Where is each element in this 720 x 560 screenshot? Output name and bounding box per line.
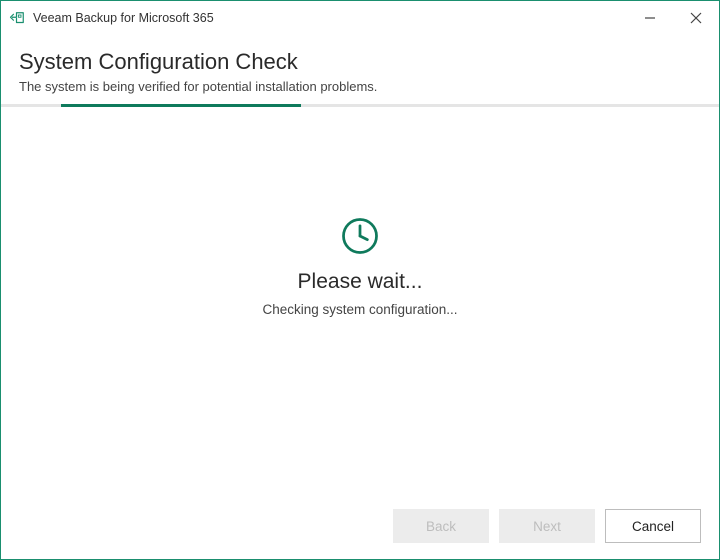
- wait-title: Please wait...: [298, 270, 423, 294]
- indeterminate-progress: [1, 104, 719, 107]
- app-icon: [9, 9, 27, 27]
- next-button: Next: [499, 509, 595, 543]
- installer-window: Veeam Backup for Microsoft 365 System Co…: [0, 0, 720, 560]
- window-title: Veeam Backup for Microsoft 365: [33, 11, 627, 25]
- close-button[interactable]: [673, 1, 719, 35]
- cancel-button[interactable]: Cancel: [605, 509, 701, 543]
- back-button: Back: [393, 509, 489, 543]
- progress-fill: [61, 104, 301, 107]
- clock-icon: [338, 214, 382, 258]
- page-title: System Configuration Check: [19, 49, 701, 75]
- page-header: System Configuration Check The system is…: [1, 35, 719, 104]
- page-subtitle: The system is being verified for potenti…: [19, 79, 701, 94]
- minimize-button[interactable]: [627, 1, 673, 35]
- button-bar: Back Next Cancel: [1, 493, 719, 559]
- wait-subtitle: Checking system configuration...: [262, 302, 457, 317]
- titlebar: Veeam Backup for Microsoft 365: [1, 1, 719, 35]
- content-area: Please wait... Checking system configura…: [1, 107, 719, 493]
